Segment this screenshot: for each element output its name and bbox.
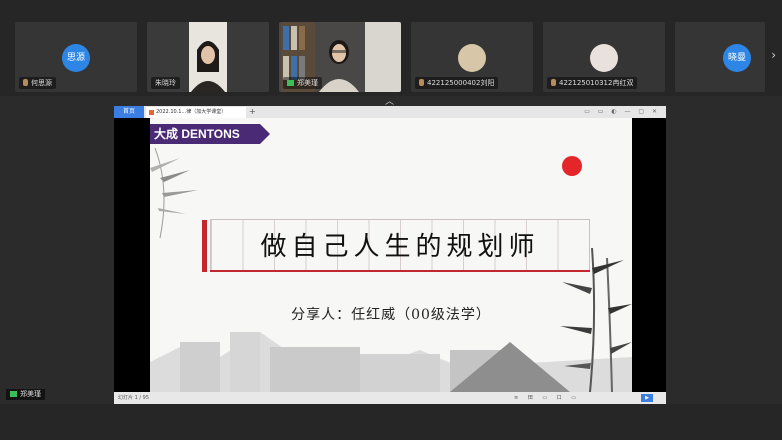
participant-avatar: 晓曼 xyxy=(723,44,751,72)
bamboo-right-illustration xyxy=(560,248,632,392)
ppt-icon xyxy=(149,110,154,115)
dentons-logo: 大成 DENTONS xyxy=(150,124,270,144)
window-controls[interactable]: ▭ ▭ ◐ — ▢ ✕ xyxy=(584,106,660,118)
meeting-bottom-bar xyxy=(0,404,782,440)
self-video-label-text: 郑美瑾 xyxy=(20,390,41,398)
participant-tile[interactable]: 朱晓玲 xyxy=(147,22,269,92)
mic-icon xyxy=(23,79,28,86)
participant-tile[interactable]: 思源 何思源 xyxy=(15,22,137,92)
title-underline xyxy=(210,270,590,272)
tab-presentation-label: 2022.10.1...律（加大学课堂） xyxy=(156,109,227,115)
camera-icon xyxy=(287,80,294,86)
participant-strip: 思源 何思源 朱晓玲 郑美瑾 422125000402刘阳 4221250103… xyxy=(0,0,782,107)
participant-photo xyxy=(458,44,486,72)
participant-name: 何思源 xyxy=(19,77,56,89)
tab-presentation[interactable]: 2022.10.1...律（加大学课堂） xyxy=(146,107,246,118)
participant-tile[interactable]: 晓曼 xyxy=(675,22,765,92)
slide-page-indicator: 幻灯片 1 / 95 xyxy=(118,395,149,401)
mic-icon xyxy=(419,79,424,86)
participant-name: 郑美瑾 xyxy=(283,77,322,89)
participant-name-text: 422125010312冉红双 xyxy=(559,79,634,87)
participant-name: 422125010312冉红双 xyxy=(547,77,638,89)
screen-share-area: 首页 2022.10.1...律（加大学课堂） + ▭ ▭ ◐ — ▢ ✕ 大成… xyxy=(114,106,666,404)
participant-tile[interactable]: 郑美瑾 xyxy=(279,22,401,92)
participant-name-text: 朱晓玲 xyxy=(155,79,176,87)
mic-icon xyxy=(551,79,556,86)
participant-name: 朱晓玲 xyxy=(151,77,180,89)
slide-status-bar: 幻灯片 1 / 95 ≡ 田 ▭ 口 ▭ ▶ xyxy=(114,392,666,404)
participant-photo xyxy=(590,44,618,72)
participant-name-text: 422125000402刘阳 xyxy=(427,79,495,87)
title-accent-bar xyxy=(202,220,207,272)
slide-canvas: 大成 DENTONS 做自己人生的规划师 分享人：任红威（00级法学） xyxy=(150,118,632,392)
participant-tile[interactable]: 422125000402刘阳 xyxy=(411,22,533,92)
camera-icon xyxy=(10,391,17,397)
next-page-arrow-icon[interactable]: › xyxy=(771,48,776,62)
self-video-label: 郑美瑾 xyxy=(6,389,45,400)
new-tab-button[interactable]: + xyxy=(249,106,256,118)
tab-home[interactable]: 首页 xyxy=(114,106,144,118)
participant-tile[interactable]: 422125010312冉红双 xyxy=(543,22,665,92)
play-slideshow-button[interactable]: ▶ xyxy=(641,394,653,402)
view-mode-buttons[interactable]: ≡ 田 ▭ 口 ▭ xyxy=(514,392,580,404)
participant-name-text: 郑美瑾 xyxy=(297,79,318,87)
slide-title: 做自己人生的规划师 xyxy=(260,232,540,262)
participant-avatar: 思源 xyxy=(62,44,90,72)
red-sun-decoration xyxy=(562,156,582,176)
wps-tab-bar: 首页 2022.10.1...律（加大学课堂） + ▭ ▭ ◐ — ▢ ✕ xyxy=(114,106,666,118)
participant-name: 422125000402刘阳 xyxy=(415,77,499,89)
participant-name-text: 何思源 xyxy=(31,79,52,87)
